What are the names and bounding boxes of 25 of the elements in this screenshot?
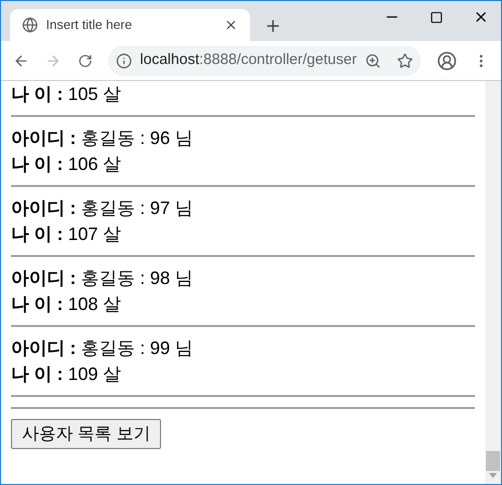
info-icon [116, 52, 132, 68]
bookmark-star-icon[interactable] [396, 52, 413, 68]
address-bar[interactable]: localhost:8888/controller/getuser [108, 46, 421, 76]
user-id-line: 아이디 : 홍길동 : 97 님 [11, 197, 194, 220]
user-list-button[interactable]: 사용자 목록 보기 [11, 419, 162, 449]
user-id-line: 아이디 : 홍길동 : 99 님 [11, 337, 194, 360]
tab-title: Insert title here [46, 16, 133, 34]
zoom-icon[interactable] [364, 52, 381, 68]
maximize-icon[interactable] [430, 10, 443, 24]
close-tab-icon[interactable] [224, 18, 238, 32]
browser-tab[interactable]: Insert title here [10, 9, 250, 41]
scrollbar[interactable] [485, 81, 501, 484]
user-id-line: 아이디 : 홍길동 : 98 님 [11, 267, 194, 290]
user-id-line: 아이디 : 홍길동 : 96 님 [11, 127, 194, 150]
reload-icon[interactable] [78, 52, 92, 68]
profile-icon[interactable] [436, 50, 457, 72]
user-age-line: 나 이 : 109 살 [11, 363, 122, 386]
new-tab-icon[interactable] [264, 17, 282, 35]
globe-icon [22, 17, 38, 33]
scrollbar-thumb[interactable] [486, 451, 500, 471]
user-age-line: 나 이 : 108 살 [11, 293, 122, 316]
user-age-line: 나 이 : 106 살 [11, 153, 122, 176]
user-age-line: 나 이 : 105 살 [11, 83, 122, 106]
user-age-line: 나 이 : 107 살 [11, 223, 122, 246]
url-text: localhost:8888/controller/getuser [140, 50, 357, 70]
